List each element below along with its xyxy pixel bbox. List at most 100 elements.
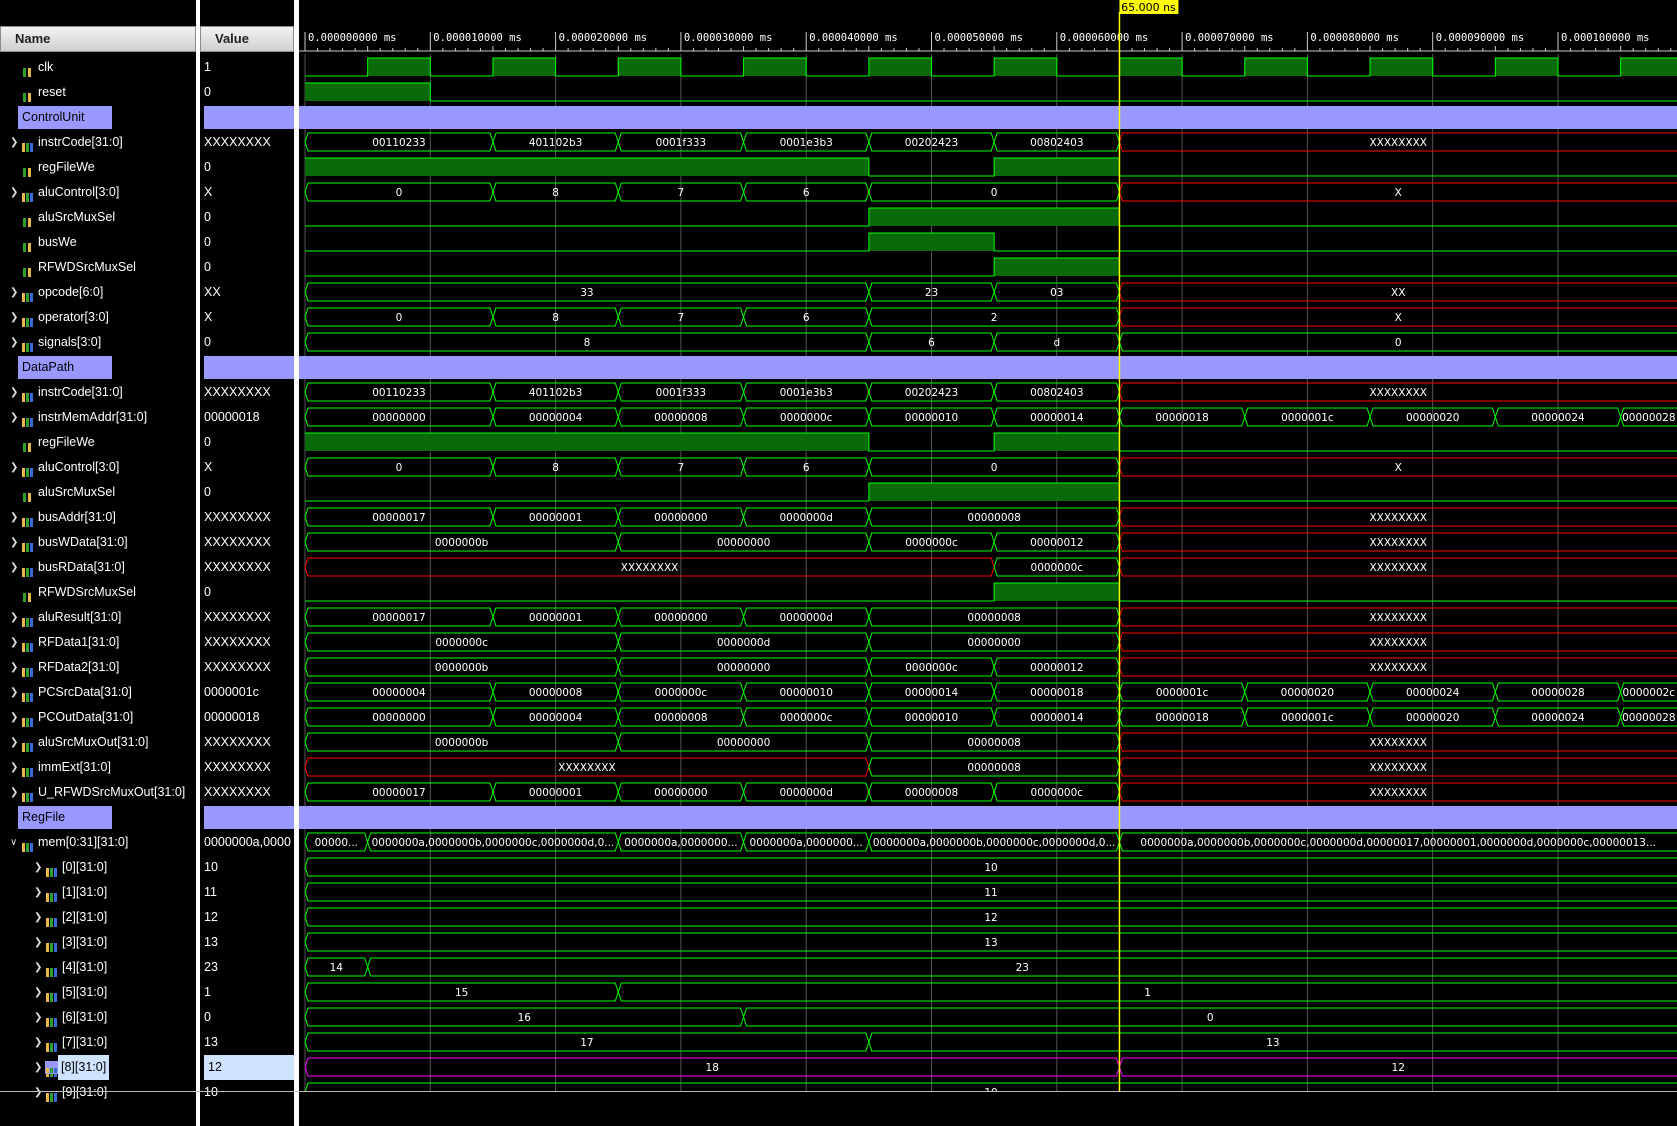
signal-row-alusrcmuxsel[interactable]: aluSrcMuxSel <box>0 205 196 230</box>
waveform-rfwdsrcmuxsel[interactable] <box>305 257 1677 277</box>
expand-chevron-icon[interactable]: ❯ <box>34 955 42 980</box>
waveform-pcoutdata-31-0[interactable]: 00000000 00000004 00000008 0000000c 00000010… <box>304 707 1677 727</box>
signal-row-reset[interactable]: reset <box>0 80 196 105</box>
signal-row-1-31-0[interactable]: ❯ [1][31:0] <box>0 880 196 905</box>
waveform-1-31-0[interactable]: 11 <box>304 882 1677 902</box>
waveform-immext-31-0[interactable]: XXXXXXXX 00000008 XXXXXXXX <box>304 757 1677 777</box>
signal-row-instrcode-31-0[interactable]: ❯ instrCode[31:0] <box>0 130 196 155</box>
signal-row-regfilewe[interactable]: regFileWe <box>0 155 196 180</box>
waveform-3-31-0[interactable]: 13 <box>304 932 1677 952</box>
expand-chevron-icon[interactable]: ❯ <box>10 280 18 305</box>
signal-row-regfilewe[interactable]: regFileWe <box>0 430 196 455</box>
signal-row-pcoutdata-31-0[interactable]: ❯ PCOutData[31:0] <box>0 705 196 730</box>
waveform-busrdata-31-0[interactable]: XXXXXXXX 0000000c XXXXXXXX <box>304 557 1677 577</box>
waveform-0-31-0[interactable]: 10 <box>304 857 1677 877</box>
signal-row-alucontrol-3-0[interactable]: ❯ aluControl[3:0] <box>0 455 196 480</box>
waveform-7-31-0[interactable]: 17 13 <box>304 1032 1677 1052</box>
waveform-instrcode-31-0[interactable]: 00110233 401102b3 0001f333 0001e3b3 00202423… <box>304 132 1677 152</box>
signal-row-clk[interactable]: clk <box>0 55 196 80</box>
signal-row-rfwdsrcmuxsel[interactable]: RFWDSrcMuxSel <box>0 580 196 605</box>
waveform-6-31-0[interactable]: 16 0 <box>304 1007 1677 1027</box>
expand-chevron-icon[interactable]: ❯ <box>34 1030 42 1055</box>
waveform-rfwdsrcmuxsel[interactable] <box>305 582 1677 602</box>
signal-row-9-31-0[interactable]: ❯ [9][31:0] <box>0 1080 196 1105</box>
signal-row-instrcode-31-0[interactable]: ❯ instrCode[31:0] <box>0 380 196 405</box>
collapse-chevron-icon[interactable]: ∨ <box>10 830 17 855</box>
signal-row-6-31-0[interactable]: ❯ [6][31:0] <box>0 1005 196 1030</box>
expand-chevron-icon[interactable]: ❯ <box>10 755 18 780</box>
waveform-rfdata2-31-0[interactable]: 0000000b 00000000 0000000c 00000012 XXXXXXXX <box>304 657 1677 677</box>
signal-row-busrdata-31-0[interactable]: ❯ busRData[31:0] <box>0 555 196 580</box>
signal-row-instrmemaddr-31-0[interactable]: ❯ instrMemAddr[31:0] <box>0 405 196 430</box>
waveform-busaddr-31-0[interactable]: 00000017 00000001 00000000 0000000d 00000008… <box>304 507 1677 527</box>
expand-chevron-icon[interactable]: ❯ <box>10 405 18 430</box>
expand-chevron-icon[interactable]: ❯ <box>10 605 18 630</box>
expand-chevron-icon[interactable]: ❯ <box>10 730 18 755</box>
waveform-alucontrol-3-0[interactable]: 0 8 7 6 0 X <box>304 457 1677 477</box>
expand-chevron-icon[interactable]: ❯ <box>34 1055 42 1080</box>
expand-chevron-icon[interactable]: ❯ <box>34 930 42 955</box>
waveform-buswe[interactable] <box>305 232 1677 252</box>
waveform-rfdata1-31-0[interactable]: 0000000c 0000000d 00000000 XXXXXXXX <box>304 632 1677 652</box>
signal-row-0-31-0[interactable]: ❯ [0][31:0] <box>0 855 196 880</box>
time-cursor[interactable]: 65.000 ns <box>1118 0 1179 1091</box>
time-ruler[interactable]: 0.000000000 ms 0.000010000 ms 0.000020000 … <box>299 32 1677 52</box>
expand-chevron-icon[interactable]: ❯ <box>10 180 18 205</box>
waveform-4-31-0[interactable]: 14 23 <box>304 957 1677 977</box>
signal-row-rfdata2-31-0[interactable]: ❯ RFData2[31:0] <box>0 655 196 680</box>
signal-row-4-31-0[interactable]: ❯ [4][31:0] <box>0 955 196 980</box>
waveform-9-31-0[interactable]: 10 <box>304 1082 1677 1101</box>
signal-row-7-31-0[interactable]: ❯ [7][31:0] <box>0 1030 196 1055</box>
waveform-clk[interactable] <box>305 57 1677 77</box>
expand-chevron-icon[interactable]: ❯ <box>10 630 18 655</box>
group-row-datapath[interactable]: DataPath <box>0 355 196 380</box>
signal-row-alusrcmuxsel[interactable]: aluSrcMuxSel <box>0 480 196 505</box>
signal-row-rfdata1-31-0[interactable]: ❯ RFData1[31:0] <box>0 630 196 655</box>
signal-row-alusrcmuxout-31-0[interactable]: ❯ aluSrcMuxOut[31:0] <box>0 730 196 755</box>
waveform-mem-0-31-31-0[interactable]: 00000... 0000000a,0000000b,0000000c,00000… <box>304 832 1677 852</box>
group-waveform-bar[interactable] <box>299 106 1677 129</box>
expand-chevron-icon[interactable]: ❯ <box>10 705 18 730</box>
waveform-instrmemaddr-31-0[interactable]: 00000000 00000004 00000008 0000000c 00000010… <box>304 407 1677 427</box>
waveform-pcsrcdata-31-0[interactable]: 00000004 00000008 0000000c 00000010 00000014… <box>304 682 1677 702</box>
signal-row-3-31-0[interactable]: ❯ [3][31:0] <box>0 930 196 955</box>
signal-row-u-rfwdsrcmuxout-31-0[interactable]: ❯ U_RFWDSrcMuxOut[31:0] <box>0 780 196 805</box>
waveform-u-rfwdsrcmuxout-31-0[interactable]: 00000017 00000001 00000000 0000000d 00000008… <box>304 782 1677 802</box>
waveform-signals-3-0[interactable]: 8 6 d 0 <box>304 332 1677 352</box>
waveform-opcode-6-0[interactable]: 33 23 03 XX <box>304 282 1677 302</box>
waveform-buswdata-31-0[interactable]: 0000000b 00000000 0000000c 00000012 XXXXXXXX <box>304 532 1677 552</box>
signal-row-busaddr-31-0[interactable]: ❯ busAddr[31:0] <box>0 505 196 530</box>
waveform-operator-3-0[interactable]: 0 8 7 6 2 X <box>304 307 1677 327</box>
signal-row-buswe[interactable]: busWe <box>0 230 196 255</box>
expand-chevron-icon[interactable]: ❯ <box>10 530 18 555</box>
expand-chevron-icon[interactable]: ❯ <box>34 980 42 1005</box>
expand-chevron-icon[interactable]: ❯ <box>10 305 18 330</box>
expand-chevron-icon[interactable]: ❯ <box>10 330 18 355</box>
waveform-aluresult-31-0[interactable]: 00000017 00000001 00000000 0000000d 00000008… <box>304 607 1677 627</box>
signal-row-8-31-0[interactable]: ❯ [8][31:0] <box>0 1055 196 1080</box>
signal-row-mem-0-31-31-0[interactable]: ∨ mem[0:31][31:0] <box>0 830 196 855</box>
waveform-regfilewe[interactable] <box>305 157 1677 177</box>
signal-row-2-31-0[interactable]: ❯ [2][31:0] <box>0 905 196 930</box>
expand-chevron-icon[interactable]: ❯ <box>34 1080 42 1105</box>
waveform-alusrcmuxsel[interactable] <box>305 482 1677 502</box>
waveform-reset[interactable] <box>305 82 1677 102</box>
expand-chevron-icon[interactable]: ❯ <box>34 1005 42 1030</box>
name-column-header[interactable]: Name <box>0 26 196 52</box>
expand-chevron-icon[interactable]: ❯ <box>10 130 18 155</box>
signal-row-signals-3-0[interactable]: ❯ signals[3:0] <box>0 330 196 355</box>
waveform-alusrcmuxsel[interactable] <box>305 207 1677 227</box>
expand-chevron-icon[interactable]: ❯ <box>10 655 18 680</box>
expand-chevron-icon[interactable]: ❯ <box>10 380 18 405</box>
waveform-alucontrol-3-0[interactable]: 0 8 7 6 0 X <box>304 182 1677 202</box>
group-label[interactable]: ControlUnit <box>18 106 112 129</box>
group-waveform-bar[interactable] <box>299 356 1677 379</box>
expand-chevron-icon[interactable]: ❯ <box>34 905 42 930</box>
expand-chevron-icon[interactable]: ❯ <box>10 680 18 705</box>
expand-chevron-icon[interactable]: ❯ <box>34 880 42 905</box>
expand-chevron-icon[interactable]: ❯ <box>10 455 18 480</box>
group-row-controlunit[interactable]: ControlUnit <box>0 105 196 130</box>
signal-row-rfwdsrcmuxsel[interactable]: RFWDSrcMuxSel <box>0 255 196 280</box>
expand-chevron-icon[interactable]: ❯ <box>10 780 18 805</box>
signal-row-alucontrol-3-0[interactable]: ❯ aluControl[3:0] <box>0 180 196 205</box>
